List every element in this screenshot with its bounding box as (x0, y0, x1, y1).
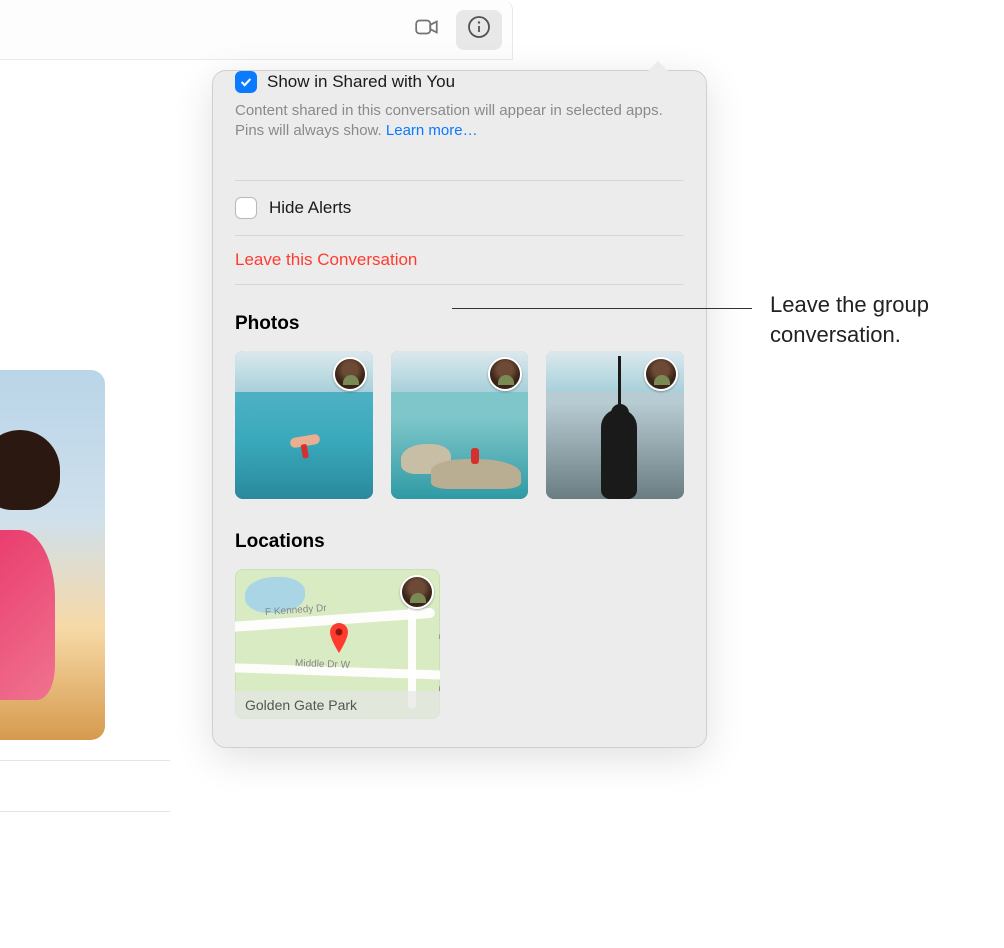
leave-conversation-label: Leave this Conversation (235, 250, 417, 269)
sender-avatar-icon (400, 575, 434, 609)
map-pin-icon (327, 621, 351, 660)
hide-alerts-row[interactable]: Hide Alerts (235, 180, 684, 235)
conversation-details-panel: Show in Shared with You Content shared i… (212, 70, 707, 748)
shared-photo-thumbnail[interactable] (235, 351, 373, 499)
location-caption: Golden Gate Park (235, 691, 440, 719)
hide-alerts-label: Hide Alerts (269, 198, 351, 218)
video-icon (414, 14, 440, 45)
shared-photos-grid (235, 351, 684, 499)
shared-photo-thumbnail[interactable] (546, 351, 684, 499)
leave-conversation-row[interactable]: Leave this Conversation (235, 235, 684, 285)
show-shared-checkbox[interactable] (235, 71, 257, 93)
conversation-photo-preview (0, 370, 105, 740)
map-road-label: Transverse Dr (438, 629, 440, 692)
photos-section-title: Photos (235, 313, 684, 335)
shared-location-thumbnail[interactable]: F Kennedy Dr Middle Dr W Transverse Dr G… (235, 569, 440, 719)
sender-avatar-icon (644, 357, 678, 391)
sender-avatar-icon (333, 357, 367, 391)
facetime-button[interactable] (404, 10, 450, 50)
window-toolbar (0, 0, 513, 60)
sender-avatar-icon (488, 357, 522, 391)
show-shared-row[interactable]: Show in Shared with You (213, 71, 706, 101)
details-button[interactable] (456, 10, 502, 50)
shared-helper-text: Content shared in this conversation will… (213, 101, 706, 180)
annotation-text: Leave the group conversation. (770, 290, 1004, 349)
locations-section-title: Locations (235, 531, 684, 553)
hide-alerts-checkbox[interactable] (235, 197, 257, 219)
shared-photo-thumbnail[interactable] (391, 351, 529, 499)
background-rules (0, 760, 170, 862)
annotation-leader-line (452, 308, 752, 309)
info-icon (467, 15, 491, 44)
learn-more-link[interactable]: Learn more… (386, 122, 478, 139)
show-shared-label: Show in Shared with You (267, 72, 455, 92)
